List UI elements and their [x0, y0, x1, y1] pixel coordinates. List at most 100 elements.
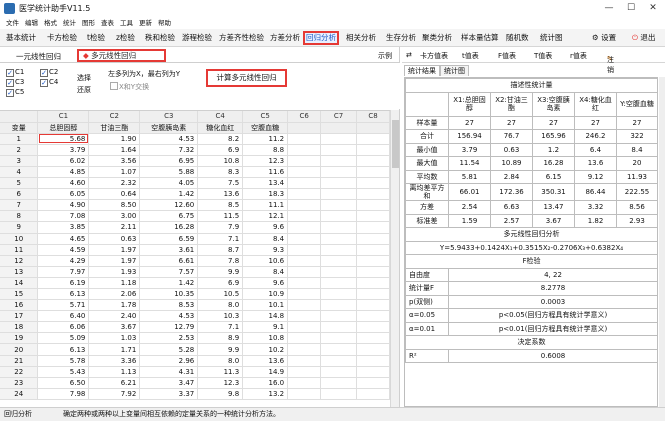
data-cell[interactable]: 9.9 — [197, 266, 244, 278]
data-cell[interactable]: 10.35 — [139, 288, 199, 301]
data-cell[interactable] — [287, 343, 322, 356]
f-table-button[interactable]: F值表 — [498, 51, 516, 61]
data-cell[interactable]: 8.4 — [242, 233, 289, 245]
tool-regression[interactable]: 回归分析 — [303, 31, 339, 45]
tool-cluster[interactable]: 聚类分析 — [420, 31, 454, 45]
data-cell[interactable] — [320, 144, 357, 156]
data-cell[interactable]: 6.13 — [37, 343, 90, 356]
data-cell[interactable]: 12.60 — [139, 199, 199, 212]
data-cell[interactable]: 8.4 — [242, 266, 289, 278]
data-cell[interactable] — [287, 133, 322, 145]
minimize-button[interactable]: — — [598, 1, 620, 15]
variable-label-cell[interactable] — [356, 122, 390, 134]
tab-multiple-regression[interactable]: ◆ 多元线性回归 — [77, 49, 166, 62]
data-cell[interactable]: 3.56 — [88, 155, 141, 167]
tool-homogeneity[interactable]: 方差齐性检验 — [217, 31, 266, 45]
data-cell[interactable] — [287, 277, 322, 290]
data-cell[interactable]: 7.98 — [37, 388, 90, 400]
data-cell[interactable]: 4.05 — [139, 177, 199, 190]
variable-label-cell[interactable]: 糖化血红 — [197, 122, 244, 134]
data-cell[interactable] — [320, 332, 357, 345]
row-index-cell[interactable]: 1 — [0, 133, 39, 145]
example-link[interactable]: 示例 — [378, 51, 392, 61]
data-cell[interactable] — [320, 133, 357, 145]
data-cell[interactable]: 10.2 — [242, 343, 289, 356]
data-cell[interactable]: 9.9 — [197, 343, 244, 356]
data-cell[interactable]: 4.29 — [37, 255, 90, 267]
variable-label-cell[interactable] — [320, 122, 357, 134]
data-cell[interactable]: 8.2 — [197, 133, 244, 145]
data-cell[interactable] — [287, 288, 322, 301]
tool-rank-sum[interactable]: 秩和检验 — [143, 31, 177, 45]
data-cell[interactable] — [287, 266, 322, 278]
variable-label-cell[interactable] — [287, 122, 322, 134]
data-cell[interactable]: 6.75 — [139, 210, 199, 223]
data-cell[interactable] — [356, 299, 390, 312]
data-cell[interactable] — [356, 366, 390, 378]
data-cell[interactable]: 3.85 — [37, 221, 90, 234]
tool-random[interactable]: 随机数 — [504, 31, 531, 45]
row-index-cell[interactable]: 6 — [0, 188, 39, 201]
data-cell[interactable] — [356, 343, 390, 356]
data-cell[interactable]: 13.4 — [242, 177, 289, 190]
data-cell[interactable] — [356, 321, 390, 334]
data-cell[interactable] — [356, 221, 390, 234]
data-cell[interactable]: 2.06 — [88, 288, 141, 301]
settings-button[interactable]: ⚙ 设置 — [590, 31, 618, 45]
row-index-cell[interactable]: 7 — [0, 199, 39, 212]
data-cell[interactable]: 1.42 — [139, 277, 199, 290]
data-cell[interactable]: 6.95 — [139, 155, 199, 167]
row-index-cell[interactable]: 20 — [0, 343, 39, 356]
swap-icon[interactable]: ⇄ — [406, 51, 412, 59]
menu-stats[interactable]: 统计 — [63, 17, 76, 29]
data-cell[interactable]: 1.71 — [88, 343, 141, 356]
row-index-cell[interactable]: 3 — [0, 155, 39, 167]
data-cell[interactable]: 8.5 — [197, 199, 244, 212]
data-cell[interactable] — [320, 355, 357, 367]
data-cell[interactable]: 13.6 — [242, 355, 289, 367]
data-cell[interactable]: 8.50 — [88, 199, 141, 212]
data-cell[interactable]: 13.2 — [242, 388, 289, 400]
data-cell[interactable] — [320, 221, 357, 234]
column-header[interactable]: C7 — [320, 111, 357, 123]
menu-lookup[interactable]: 查表 — [101, 17, 114, 29]
menu-file[interactable]: 文件 — [6, 17, 19, 29]
data-cell[interactable]: 16.28 — [139, 221, 199, 234]
row-index-cell[interactable]: 11 — [0, 244, 39, 256]
data-cell[interactable] — [320, 277, 357, 290]
data-cell[interactable]: 0.63 — [88, 233, 141, 245]
data-cell[interactable]: 1.97 — [88, 255, 141, 267]
data-cell[interactable]: 2.96 — [139, 355, 199, 367]
data-cell[interactable]: 6.9 — [197, 277, 244, 290]
T-table-button[interactable]: T值表 — [534, 51, 552, 61]
data-cell[interactable] — [356, 244, 390, 256]
data-cell[interactable]: 16.0 — [242, 377, 289, 389]
checkbox-c5[interactable]: ✓ C5 — [6, 87, 24, 97]
data-cell[interactable]: 4.53 — [139, 310, 199, 323]
data-cell[interactable] — [356, 377, 390, 389]
data-cell[interactable]: 11.6 — [242, 166, 289, 179]
data-cell[interactable]: 2.40 — [88, 310, 141, 323]
data-cell[interactable] — [320, 321, 357, 334]
t-table-button[interactable]: t值表 — [462, 51, 479, 61]
data-cell[interactable] — [356, 155, 390, 167]
data-cell[interactable]: 5.78 — [37, 355, 90, 367]
tool-anova[interactable]: 方差分析 — [268, 31, 302, 45]
data-cell[interactable]: 6.02 — [37, 155, 90, 167]
data-cell[interactable]: 6.61 — [139, 255, 199, 267]
tool-z-test[interactable]: z检验 — [114, 31, 137, 45]
data-grid[interactable]: C1 C2 C3 C4 C5 C6 C7 C8 变量 总胆固醇 甘油三酯 空腹胰岛素 糖化血红 空腹血糖… — [0, 110, 390, 407]
data-cell[interactable]: 2.32 — [88, 177, 141, 190]
checkbox-c2[interactable]: ✓ C2 — [40, 67, 58, 77]
data-cell[interactable] — [320, 299, 357, 312]
data-cell[interactable]: 1.64 — [88, 144, 141, 156]
data-cell[interactable]: 5.88 — [139, 166, 199, 179]
data-cell[interactable]: 11.2 — [242, 133, 289, 145]
variable-label-cell[interactable]: 总胆固醇 — [37, 122, 90, 134]
data-cell[interactable]: 4.31 — [139, 366, 199, 378]
data-cell[interactable]: 7.8 — [197, 255, 244, 267]
data-cell[interactable] — [287, 233, 322, 245]
data-cell[interactable]: 6.9 — [197, 144, 244, 156]
row-index-cell[interactable]: 18 — [0, 321, 39, 334]
menu-graph[interactable]: 图形 — [82, 17, 95, 29]
